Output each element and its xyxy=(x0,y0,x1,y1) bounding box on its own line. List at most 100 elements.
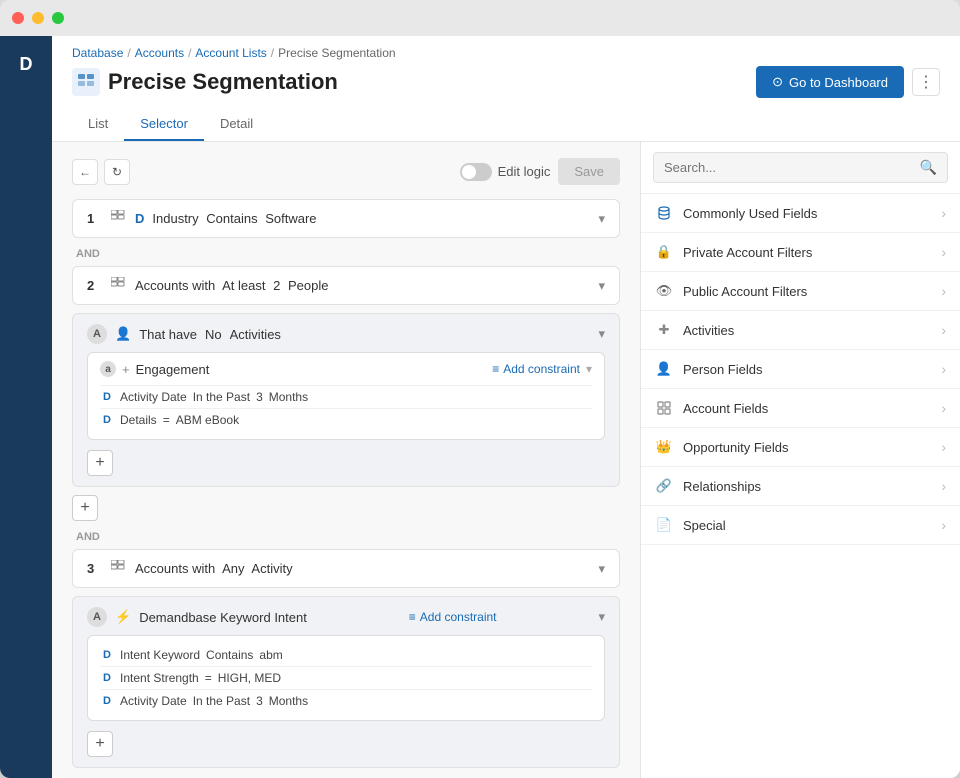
nested-rule-2a: A 👤 That have No Activities ▾ xyxy=(72,313,620,487)
chevron-icon-3: › xyxy=(941,322,946,338)
panel-items: Commonly Used Fields › 🔒 Private Account… xyxy=(641,194,960,778)
nested-row-3a: A ⚡ Demandbase Keyword Intent ≡ Add cons… xyxy=(87,607,605,627)
edit-logic-switch[interactable] xyxy=(460,163,492,181)
nested-dropdown-3a[interactable]: ▾ xyxy=(598,609,605,625)
sub-rule-item-3a-2: D Intent Strength = HIGH, MED xyxy=(100,666,592,689)
maximize-button[interactable] xyxy=(52,12,64,24)
person-icon: 👤 xyxy=(655,360,673,378)
panel-item-special[interactable]: 📄 Special › xyxy=(641,506,960,545)
close-button[interactable] xyxy=(12,12,24,24)
panel-item-private[interactable]: 🔒 Private Account Filters › xyxy=(641,233,960,272)
rule-number-3: 3 xyxy=(87,561,103,576)
rule-num: 2 xyxy=(273,278,280,293)
panel-label-public: Public Account Filters xyxy=(683,284,931,299)
rule-text-1: Industry Contains Software xyxy=(152,211,590,226)
title-bar xyxy=(0,0,960,36)
rule-dropdown-3[interactable]: ▾ xyxy=(598,561,605,577)
tabs: List Selector Detail xyxy=(72,108,940,141)
panel-item-opportunity[interactable]: 👑 Opportunity Fields › xyxy=(641,428,960,467)
link-icon: 🔗 xyxy=(655,477,673,495)
rule-op-1: Contains xyxy=(206,211,257,226)
refresh-icon[interactable]: ↻ xyxy=(104,159,130,185)
rule-icon-1 xyxy=(111,210,127,227)
rule-row-3: 3 Accounts with xyxy=(72,549,620,588)
rule-number-2: 2 xyxy=(87,278,103,293)
minimize-button[interactable] xyxy=(32,12,44,24)
add-constraint-btn-3a[interactable]: ≡ Add constraint xyxy=(409,610,497,624)
field-3a3-v2: Months xyxy=(269,694,308,708)
chevron-icon-7: › xyxy=(941,478,946,494)
right-panel: 🔍 xyxy=(640,142,960,778)
tab-detail[interactable]: Detail xyxy=(204,108,269,141)
person-icon: 👤 xyxy=(115,326,131,342)
field-3a3-op: In the Past xyxy=(193,694,250,708)
rule-accounts-3: Accounts with xyxy=(135,561,215,576)
save-button[interactable]: Save xyxy=(558,158,620,185)
breadcrumb-account-lists[interactable]: Account Lists xyxy=(195,46,266,60)
search-icon: 🔍 xyxy=(920,159,937,176)
tab-selector[interactable]: Selector xyxy=(124,108,204,141)
sub-rule-item-2a-2: D Details = ABM eBook xyxy=(100,408,592,431)
constraint-icon: ≡ xyxy=(492,362,499,376)
crown-icon: 👑 xyxy=(655,438,673,456)
panel-item-commonly-used[interactable]: Commonly Used Fields › xyxy=(641,194,960,233)
field-3a3-v1: 3 xyxy=(256,694,263,708)
sub-rule-item-2a-1: D Activity Date In the Past 3 Months xyxy=(100,385,592,408)
panel-item-relationships[interactable]: 🔗 Relationships › xyxy=(641,467,960,506)
nested-rule-3a: A ⚡ Demandbase Keyword Intent ≡ Add cons… xyxy=(72,596,620,768)
add-rule-btn-2[interactable]: + xyxy=(72,495,98,521)
rule-qualifier-3: Any xyxy=(222,561,244,576)
search-bar: 🔍 xyxy=(641,142,960,194)
field-val-1a: 3 xyxy=(256,390,263,404)
breadcrumb-database[interactable]: Database xyxy=(72,46,123,60)
panel-item-public[interactable]: 👁 Public Account Filters › xyxy=(641,272,960,311)
db-icon xyxy=(655,204,673,222)
rule-activity-3: Activity xyxy=(251,561,292,576)
rule-people: People xyxy=(288,278,328,293)
panel-item-activities[interactable]: ✚ Activities › xyxy=(641,311,960,350)
chevron-icon-6: › xyxy=(941,439,946,455)
field-3a2-val: HIGH, MED xyxy=(218,671,281,685)
panel-label-person: Person Fields xyxy=(683,362,931,377)
rule-val-1: Software xyxy=(265,211,316,226)
sep1: / xyxy=(127,46,130,60)
panel-label-opportunity: Opportunity Fields xyxy=(683,440,931,455)
chevron-icon-2: › xyxy=(941,283,946,299)
field-3a1-op: Contains xyxy=(206,648,253,662)
field-3a3-name: Activity Date xyxy=(120,694,187,708)
rule-dropdown-1[interactable]: ▾ xyxy=(598,211,605,227)
nested-dropdown-2a[interactable]: ▾ xyxy=(598,326,605,342)
nested-label-2a: That have xyxy=(139,327,197,342)
rule-text-2: Accounts with At least 2 People xyxy=(135,278,590,293)
rule-group-1: 1 D Industry xyxy=(72,199,620,238)
letter-badge-3a: A xyxy=(87,607,107,627)
panel-label-commonly-used: Commonly Used Fields xyxy=(683,206,931,221)
tab-list[interactable]: List xyxy=(72,108,124,141)
search-input[interactable] xyxy=(664,160,914,175)
panel-item-account-fields[interactable]: Account Fields › xyxy=(641,389,960,428)
rule-field-1: Industry xyxy=(152,211,198,226)
rule-group-2: 2 Accounts with xyxy=(72,266,620,521)
dashboard-button[interactable]: ⊙ Go to Dashboard xyxy=(756,66,904,98)
back-icon[interactable]: ← xyxy=(72,159,98,185)
rule-dropdown-2[interactable]: ▾ xyxy=(598,278,605,294)
chevron-icon-8: › xyxy=(941,517,946,533)
sub-dropdown-2a[interactable]: ▾ xyxy=(586,362,592,376)
app-body: D Database / Accounts / Account Lists / … xyxy=(0,36,960,778)
sub-rule-item-3a-1: D Intent Keyword Contains abm xyxy=(100,644,592,666)
page-header: Precise Segmentation ⊙ Go to Dashboard ⋮ xyxy=(72,66,940,98)
add-sub-rule-btn[interactable]: + xyxy=(87,450,113,476)
add-constraint-btn-2a[interactable]: ≡ Add constraint xyxy=(492,362,580,376)
rule-text-3: Accounts with Any Activity xyxy=(135,561,590,576)
breadcrumb-accounts[interactable]: Accounts xyxy=(135,46,184,60)
engagement-label: Engagement xyxy=(136,362,210,377)
panel-item-person[interactable]: 👤 Person Fields › xyxy=(641,350,960,389)
left-sidebar: D xyxy=(0,36,52,778)
more-options-button[interactable]: ⋮ xyxy=(912,68,940,96)
plus-icon: ✚ xyxy=(655,321,673,339)
add-sub-rule-btn-3[interactable]: + xyxy=(87,731,113,757)
rule-icon-2 xyxy=(111,277,127,294)
field-icon-3a1: D xyxy=(100,648,114,662)
sub-rule-group-3a: D Intent Keyword Contains abm D Intent S… xyxy=(87,635,605,721)
field-val-2: ABM eBook xyxy=(176,413,239,427)
